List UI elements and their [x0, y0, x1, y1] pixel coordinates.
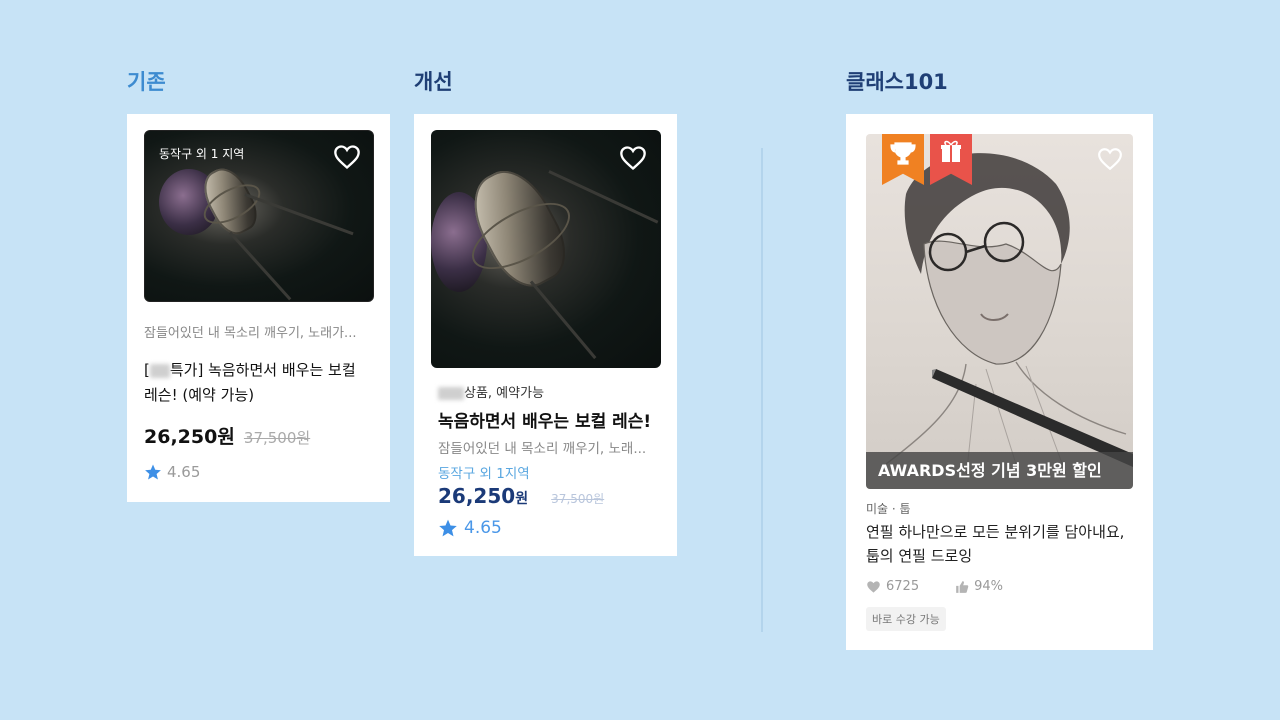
star-icon — [439, 519, 457, 537]
stats-row: 6725 94% — [866, 579, 1003, 594]
section-divider — [761, 148, 763, 632]
title-prefix: [ — [144, 361, 150, 379]
trophy-icon — [890, 142, 916, 165]
product-title[interactable]: 녹음하면서 배우는 보컬 레슨! — [438, 407, 651, 432]
title-line-2: 툽의 연필 드로잉 — [866, 547, 973, 565]
heart-outline-icon[interactable] — [619, 145, 647, 171]
rating-row: 4.65 — [438, 518, 502, 538]
after-column-title: 개선 — [414, 70, 453, 94]
title-text: 특가] 녹음하면서 배우는 보컬 레슨! (예약 가능) — [144, 361, 356, 404]
blurred-text — [149, 363, 170, 378]
before-product-card[interactable]: 동작구 외 1 지역 잠들어있던 내 목소리 깨우기, 노래가... [특가] … — [127, 114, 390, 502]
category-label: 미술 · 툽 — [866, 502, 911, 516]
price-row: 26,250원 37,500원 — [438, 484, 604, 508]
original-price: 37,500원 — [243, 429, 311, 447]
location-label: 동작구 외 1지역 — [438, 466, 530, 482]
sketch-illustration — [885, 153, 1133, 480]
price: 26,250원 — [144, 426, 235, 448]
product-title[interactable]: [특가] 녹음하면서 배우는 보컬 레슨! (예약 가능) — [144, 358, 374, 408]
category-label: 상품, 예약가능 — [438, 382, 544, 401]
price-row: 26,250원 37,500원 — [144, 422, 310, 449]
category-text: 상품, 예약가능 — [464, 386, 545, 401]
title-line-1: 연필 하나만으로 모든 분위기를 담아내요, — [866, 523, 1125, 541]
rating-value: 4.65 — [464, 518, 502, 538]
after-product-card[interactable]: 상품, 예약가능 녹음하면서 배우는 보컬 레슨! 잠들어있던 내 목소리 깨우… — [414, 114, 677, 556]
likes-count: 6725 — [886, 579, 920, 594]
location-tag: 동작구 외 1 지역 — [159, 147, 245, 161]
heart-outline-icon[interactable] — [1097, 147, 1123, 171]
product-subtitle: 잠들어있던 내 목소리 깨우기, 노래가... — [144, 326, 357, 341]
satisfaction-rate: 94% — [974, 579, 1003, 594]
product-title[interactable]: 연필 하나만으로 모든 분위기를 담아내요, 툽의 연필 드로잉 — [866, 520, 1124, 568]
thumbs-up-icon — [956, 580, 969, 593]
price-unit: 원 — [515, 491, 529, 507]
product-thumbnail: AWARDS선정 기념 3만원 할인 — [866, 134, 1133, 489]
before-column-title: 기존 — [127, 70, 166, 94]
product-thumbnail — [431, 130, 661, 368]
rating-row: 4.65 — [144, 463, 200, 481]
class101-product-card[interactable]: AWARDS선정 기념 3만원 할인 미술 · 툽 연필 하나만으로 모든 분위… — [846, 114, 1153, 650]
blurred-text — [438, 387, 464, 400]
class101-column-title: 클래스101 — [846, 70, 948, 94]
heart-outline-icon[interactable] — [333, 144, 361, 170]
discount-banner: AWARDS선정 기념 3만원 할인 — [866, 452, 1133, 489]
heart-filled-icon — [867, 580, 880, 593]
availability-badge: 바로 수강 가능 — [866, 607, 946, 631]
product-thumbnail: 동작구 외 1 지역 — [144, 130, 374, 302]
rating-value: 4.65 — [167, 463, 201, 481]
original-price: 37,500원 — [551, 492, 605, 506]
gift-icon — [941, 140, 961, 162]
price: 26,250 — [438, 484, 516, 508]
star-icon — [145, 464, 161, 480]
product-subtitle: 잠들어있던 내 목소리 깨우기, 노래... — [438, 441, 647, 457]
